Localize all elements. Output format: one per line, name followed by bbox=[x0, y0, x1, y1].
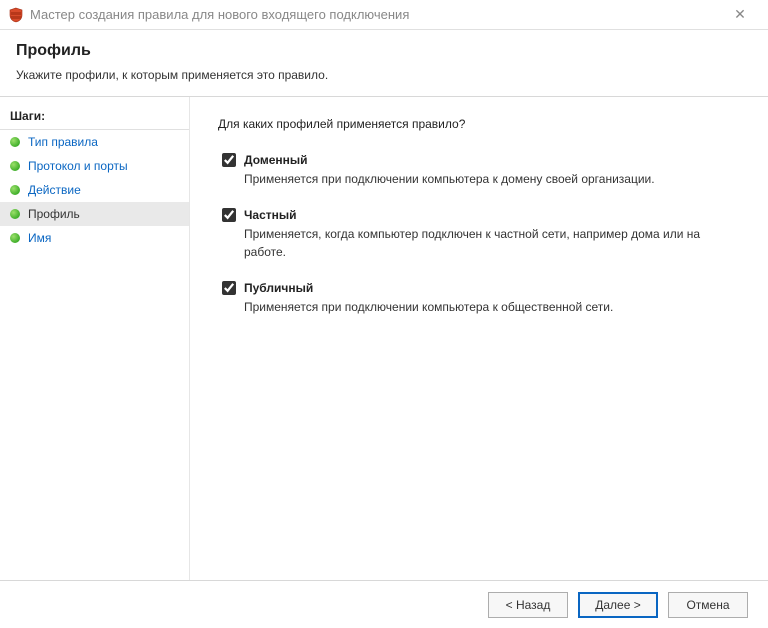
step-bullet-icon bbox=[10, 137, 20, 147]
cancel-button[interactable]: Отмена bbox=[668, 592, 748, 618]
next-button[interactable]: Далее > bbox=[578, 592, 658, 618]
sidebar-heading: Шаги: bbox=[0, 105, 189, 130]
profile-row-domain: Доменный bbox=[222, 153, 740, 167]
wizard-step-1[interactable]: Протокол и порты bbox=[0, 154, 189, 178]
page-description: Укажите профили, к которым применяется э… bbox=[16, 68, 752, 82]
titlebar: Мастер создания правила для нового входя… bbox=[0, 0, 768, 30]
profile-block-domain: Доменный Применяется при подключении комп… bbox=[218, 153, 740, 188]
window-title: Мастер создания правила для нового входя… bbox=[30, 7, 720, 22]
step-label: Протокол и порты bbox=[28, 159, 128, 173]
step-label: Имя bbox=[28, 231, 51, 245]
header-section: Профиль Укажите профили, к которым приме… bbox=[0, 30, 768, 97]
step-label: Тип правила bbox=[28, 135, 98, 149]
profile-block-public: Публичный Применяется при подключении ком… bbox=[218, 281, 740, 316]
profile-description-domain: Применяется при подключении компьютера к… bbox=[244, 171, 724, 188]
wizard-step-4[interactable]: Имя bbox=[0, 226, 189, 250]
step-label: Профиль bbox=[28, 207, 80, 221]
profile-row-private: Частный bbox=[222, 208, 740, 222]
footer-buttons: < Назад Далее > Отмена bbox=[0, 580, 768, 628]
profile-label-private: Частный bbox=[244, 208, 297, 222]
step-label: Действие bbox=[28, 183, 81, 197]
content-pane: Для каких профилей применяется правило? … bbox=[190, 97, 768, 580]
profile-description-private: Применяется, когда компьютер подключен к… bbox=[244, 226, 724, 261]
back-button[interactable]: < Назад bbox=[488, 592, 568, 618]
content-question: Для каких профилей применяется правило? bbox=[218, 117, 740, 131]
body-area: Шаги: Тип правила Протокол и порты Действи… bbox=[0, 97, 768, 580]
wizard-step-3[interactable]: Профиль bbox=[0, 202, 189, 226]
close-button[interactable]: ✕ bbox=[720, 6, 760, 23]
wizard-step-0[interactable]: Тип правила bbox=[0, 130, 189, 154]
profile-label-domain: Доменный bbox=[244, 153, 308, 167]
profile-checkbox-public[interactable] bbox=[222, 281, 236, 295]
wizard-steps-sidebar: Шаги: Тип правила Протокол и порты Действи… bbox=[0, 97, 190, 580]
profile-row-public: Публичный bbox=[222, 281, 740, 295]
profile-block-private: Частный Применяется, когда компьютер подк… bbox=[218, 208, 740, 261]
wizard-step-2[interactable]: Действие bbox=[0, 178, 189, 202]
page-title: Профиль bbox=[16, 42, 752, 60]
step-bullet-icon bbox=[10, 185, 20, 195]
profile-checkbox-private[interactable] bbox=[222, 208, 236, 222]
profile-description-public: Применяется при подключении компьютера к… bbox=[244, 299, 724, 316]
step-bullet-icon bbox=[10, 161, 20, 171]
profile-checkbox-domain[interactable] bbox=[222, 153, 236, 167]
firewall-shield-icon bbox=[8, 7, 24, 23]
close-icon: ✕ bbox=[734, 6, 746, 22]
step-bullet-icon bbox=[10, 209, 20, 219]
step-bullet-icon bbox=[10, 233, 20, 243]
profile-label-public: Публичный bbox=[244, 281, 313, 295]
